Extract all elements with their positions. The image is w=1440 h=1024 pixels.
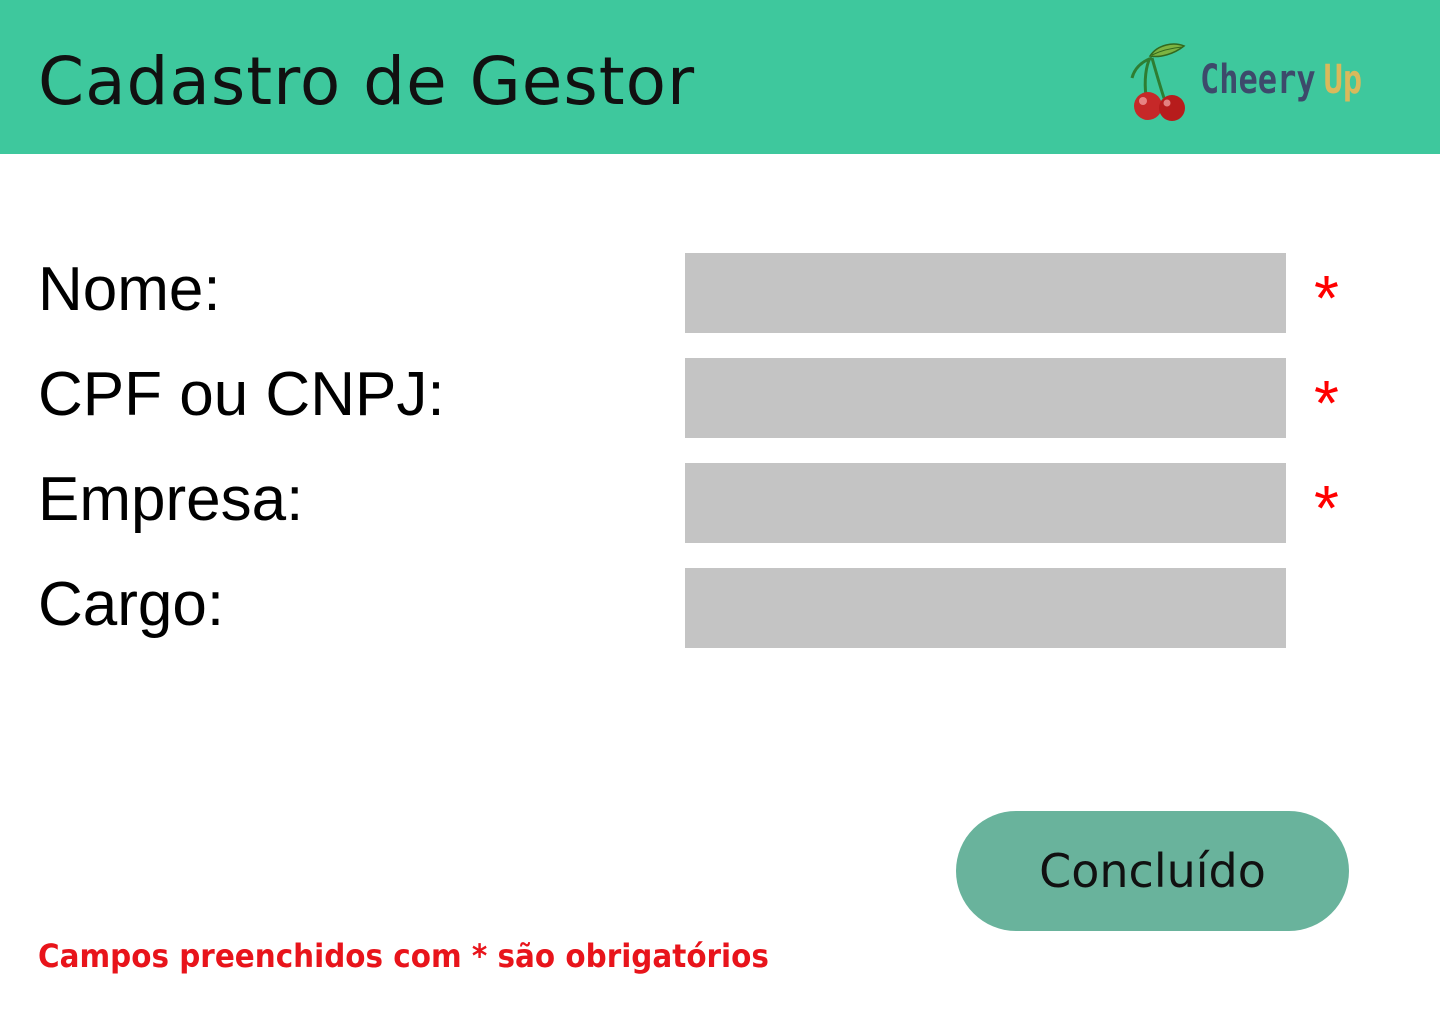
empresa-input[interactable] [685,463,1286,543]
cheery-up-logo: Cheery Up [1126,40,1396,130]
empresa-required-mark: * [1314,472,1339,544]
logo-word-cheery: Cheery [1200,57,1316,103]
required-fields-note: Campos preenchidos com * são obrigatório… [38,937,769,975]
cpf-cnpj-label: CPF ou CNPJ: [38,360,445,429]
empresa-label: Empresa: [38,465,304,534]
nome-label: Nome: [38,255,221,324]
cpf-cnpj-input[interactable] [685,358,1286,438]
header-bar: Cadastro de Gestor Cheery Up [0,0,1440,154]
cherry-icon [1130,43,1186,121]
cargo-input[interactable] [685,568,1286,648]
logo-wordmark: Cheery Up [1200,56,1362,104]
done-button[interactable]: Concluído [956,811,1349,931]
cpf-cnpj-required-mark: * [1314,367,1339,439]
nome-input[interactable] [685,253,1286,333]
nome-required-mark: * [1314,262,1339,334]
page-title: Cadastro de Gestor [38,43,696,120]
cargo-label: Cargo: [38,570,225,639]
logo-word-up: Up [1323,57,1363,103]
